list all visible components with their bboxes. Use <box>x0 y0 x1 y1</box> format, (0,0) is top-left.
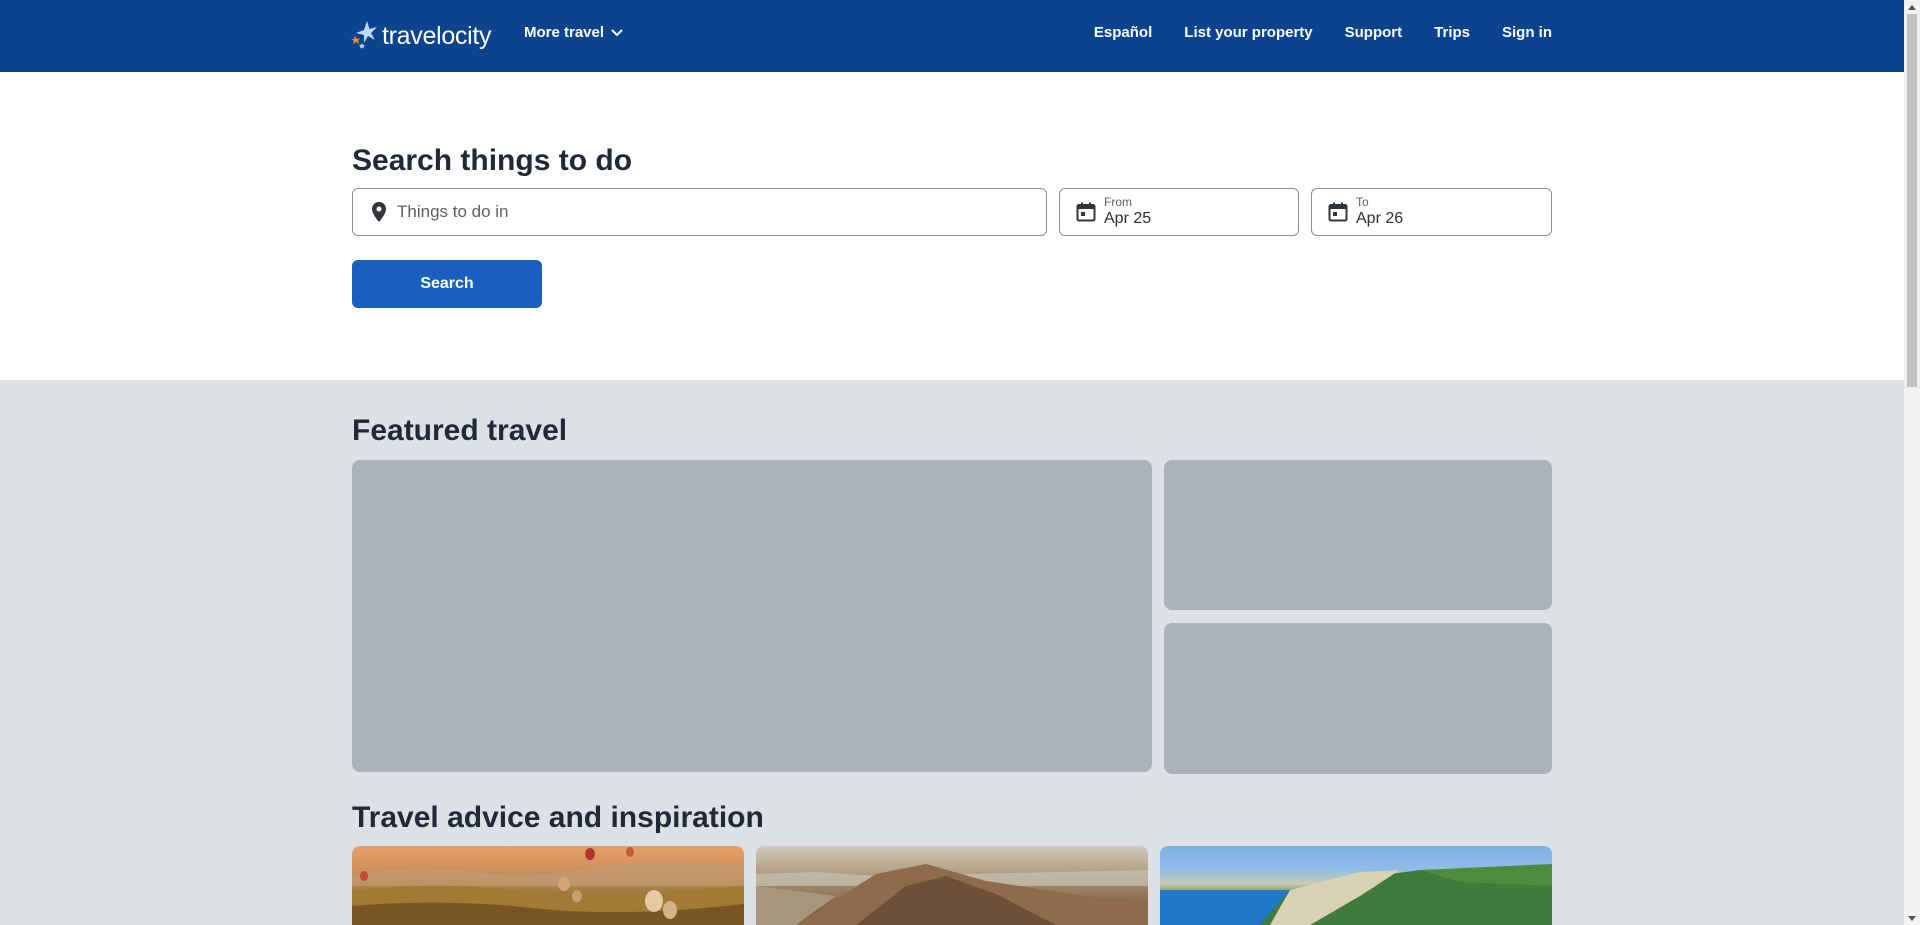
nav-support[interactable]: Support <box>1345 24 1403 41</box>
calendar-icon <box>1076 202 1096 222</box>
featured-tile-bottom[interactable] <box>1164 623 1552 774</box>
to-date-field[interactable]: To Apr 26 <box>1311 188 1552 236</box>
travelocity-logo[interactable]: travelocity <box>351 18 492 54</box>
top-nav-bar: travelocity More travel Español List you… <box>0 0 1904 72</box>
logo-text: travelocity <box>382 21 492 50</box>
balloon-landscape-image <box>352 847 744 925</box>
page-title: Search things to do <box>352 144 633 177</box>
from-date-field[interactable]: From Apr 25 <box>1059 188 1299 236</box>
search-panel: Search things to do From Apr 25 <box>0 72 1904 380</box>
more-travel-menu[interactable]: More travel <box>524 24 623 41</box>
advice-card-balloons[interactable] <box>352 846 744 925</box>
destination-input[interactable] <box>397 202 1017 222</box>
scroll-up-arrow-icon[interactable] <box>1904 0 1920 14</box>
map-pin-icon <box>369 202 389 222</box>
advice-card-diamond-head[interactable] <box>756 846 1148 925</box>
nav-sign-in[interactable]: Sign in <box>1502 24 1552 41</box>
to-date-label: To <box>1356 195 1369 209</box>
featured-tile-top[interactable] <box>1164 460 1552 610</box>
page-scrollbar[interactable] <box>1904 0 1920 925</box>
scroll-down-arrow-icon[interactable] <box>1904 911 1920 925</box>
scrollbar-thumb[interactable] <box>1907 14 1917 387</box>
more-travel-label: More travel <box>524 24 605 41</box>
header-nav: Español List your property Support Trips… <box>1094 24 1552 41</box>
featured-tile-large[interactable] <box>352 460 1152 772</box>
search-button[interactable]: Search <box>352 260 542 308</box>
advice-card-dunes[interactable] <box>1160 846 1552 925</box>
calendar-icon <box>1328 202 1348 222</box>
travel-advice-heading: Travel advice and inspiration <box>352 801 764 834</box>
destination-field[interactable] <box>352 188 1047 236</box>
nav-list-your-property[interactable]: List your property <box>1184 24 1312 41</box>
from-date-value: Apr 25 <box>1104 210 1152 227</box>
nav-espanol[interactable]: Español <box>1094 24 1152 41</box>
from-date-label: From <box>1104 195 1132 209</box>
chevron-down-icon <box>611 28 623 36</box>
featured-travel-heading: Featured travel <box>352 414 568 447</box>
crater-landscape-image <box>756 864 1148 925</box>
coastal-dunes-image <box>1160 864 1552 925</box>
travelocity-logo-icon <box>351 19 381 53</box>
nav-trips[interactable]: Trips <box>1434 24 1470 41</box>
to-date-value: Apr 26 <box>1356 210 1404 227</box>
